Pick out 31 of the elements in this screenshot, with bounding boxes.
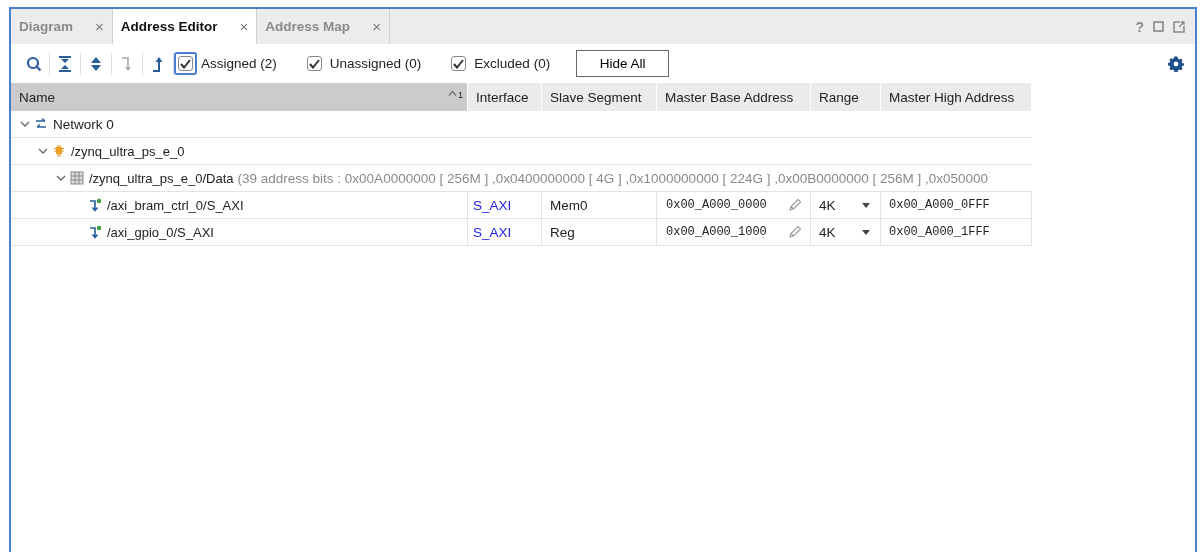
tree-item-label[interactable]: Network 0 [53,116,114,132]
column-header[interactable]: Name [19,89,55,105]
close-icon[interactable]: × [372,18,381,35]
high-address-cell: 0x00_A000_0FFF [889,198,990,212]
tree-item-label[interactable]: /zynq_ultra_ps_e_0/Data [89,170,234,186]
sort-order: 1 [458,90,463,100]
tab[interactable]: Address Editor × [112,9,258,44]
hide-all-button[interactable]: Hide All [576,50,670,77]
tree-item-label[interactable]: /axi_bram_ctrl_0/S_AXI [107,197,244,213]
tree-item-label[interactable]: /zynq_ultra_ps_e_0 [71,143,185,159]
range-dropdown[interactable]: 4K [819,224,836,240]
table-cell: Reg [550,224,575,240]
close-icon[interactable]: × [239,18,249,35]
interface-link[interactable]: S_AXI [473,197,512,213]
column-header[interactable]: Interface [476,89,529,105]
range-dropdown[interactable]: 4K [819,197,836,213]
column-header[interactable]: Master Base Address [665,89,794,105]
tree-item-label[interactable]: /axi_gpio_0/S_AXI [107,224,214,240]
table-cell: Mem0 [550,197,588,213]
column-header[interactable]: Slave Segment [550,89,642,105]
address-bits-detail: (39 address bits : 0x00A0000000 [ 256M ] ,0x0400000000 [ 4G ] ,0x1000000000 [ 224G ] ,0x00B0000000 [ 256M ] ,0x050000 [237,170,989,186]
base-address-cell: 0x00_A000_0000 [666,198,767,212]
base-address-cell: 0x00_A000_1000 [666,225,767,239]
interface-link[interactable]: S_AXI [473,224,512,240]
checkbox-label: Unassigned (0) [329,56,422,71]
column-header[interactable]: Range [819,89,859,105]
checkbox-label: Assigned (2) [201,56,277,71]
column-header[interactable]: Master High Address [889,89,1015,105]
checkbox-label: Excluded (0) [474,56,551,71]
close-icon[interactable]: × [95,18,104,35]
high-address-cell: 0x00_A000_1FFF [889,225,990,239]
